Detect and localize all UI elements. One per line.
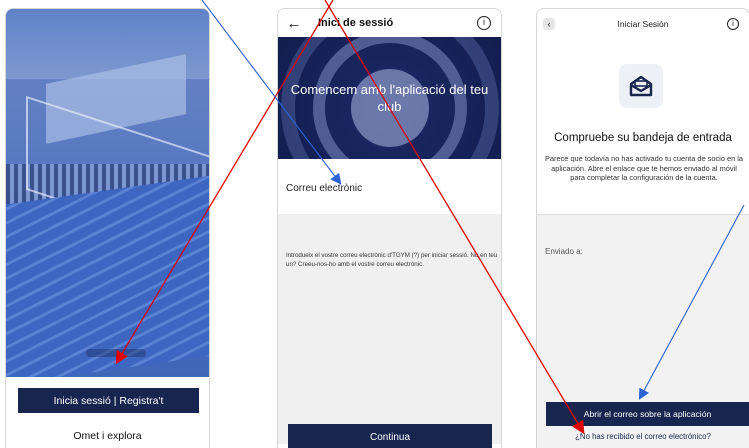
carousel-indicator: [86, 349, 146, 357]
screen-check-inbox: ‹ Iniciar Sesión i Compruebe su bandeja …: [536, 8, 749, 448]
inbox-headline: Compruebe su bandeja de entrada: [554, 132, 732, 144]
hero-pool-image: [6, 9, 209, 377]
arrow-left-icon[interactable]: ←: [282, 15, 306, 32]
continue-button[interactable]: Continua: [288, 424, 492, 448]
envelope-open-icon: [619, 64, 663, 108]
screen-welcome: Inicia sessió | Registra't Omet i explor…: [5, 8, 210, 448]
hero-banner: Comencem amb l'aplicació del teu club: [278, 37, 501, 159]
help-text: Introdueix el vostre correu electrònic d…: [286, 252, 498, 268]
top-bar: ← Inici de sessió i: [278, 9, 501, 37]
screen-login: ← Inici de sessió i Comencem amb l'aplic…: [277, 8, 502, 448]
login-register-button[interactable]: Inicia sessió | Registra't: [18, 388, 199, 413]
info-icon[interactable]: i: [477, 16, 491, 30]
info-icon[interactable]: i: [727, 18, 739, 30]
resend-email-link[interactable]: ¿No has recibido el correo electrónico?: [537, 432, 749, 441]
inbox-message: Parece que todavía no has activado tu cu…: [544, 154, 744, 182]
open-mail-button[interactable]: Abrir el correo sobre la aplicación: [546, 402, 749, 426]
skip-explore-link[interactable]: Omet i explora: [6, 430, 209, 442]
form-background: [278, 214, 501, 444]
hero-text: Comencem amb l'aplicació del teu club: [290, 82, 489, 114]
sent-to-label: Enviado a:: [545, 247, 583, 256]
pool-water: [6, 170, 209, 377]
page-title: Iniciar Sesión: [617, 19, 669, 29]
top-bar: ‹ Iniciar Sesión i: [537, 9, 749, 39]
email-field[interactable]: Correu electrònic: [286, 183, 362, 194]
page-title: Inici de sessió: [318, 17, 394, 29]
